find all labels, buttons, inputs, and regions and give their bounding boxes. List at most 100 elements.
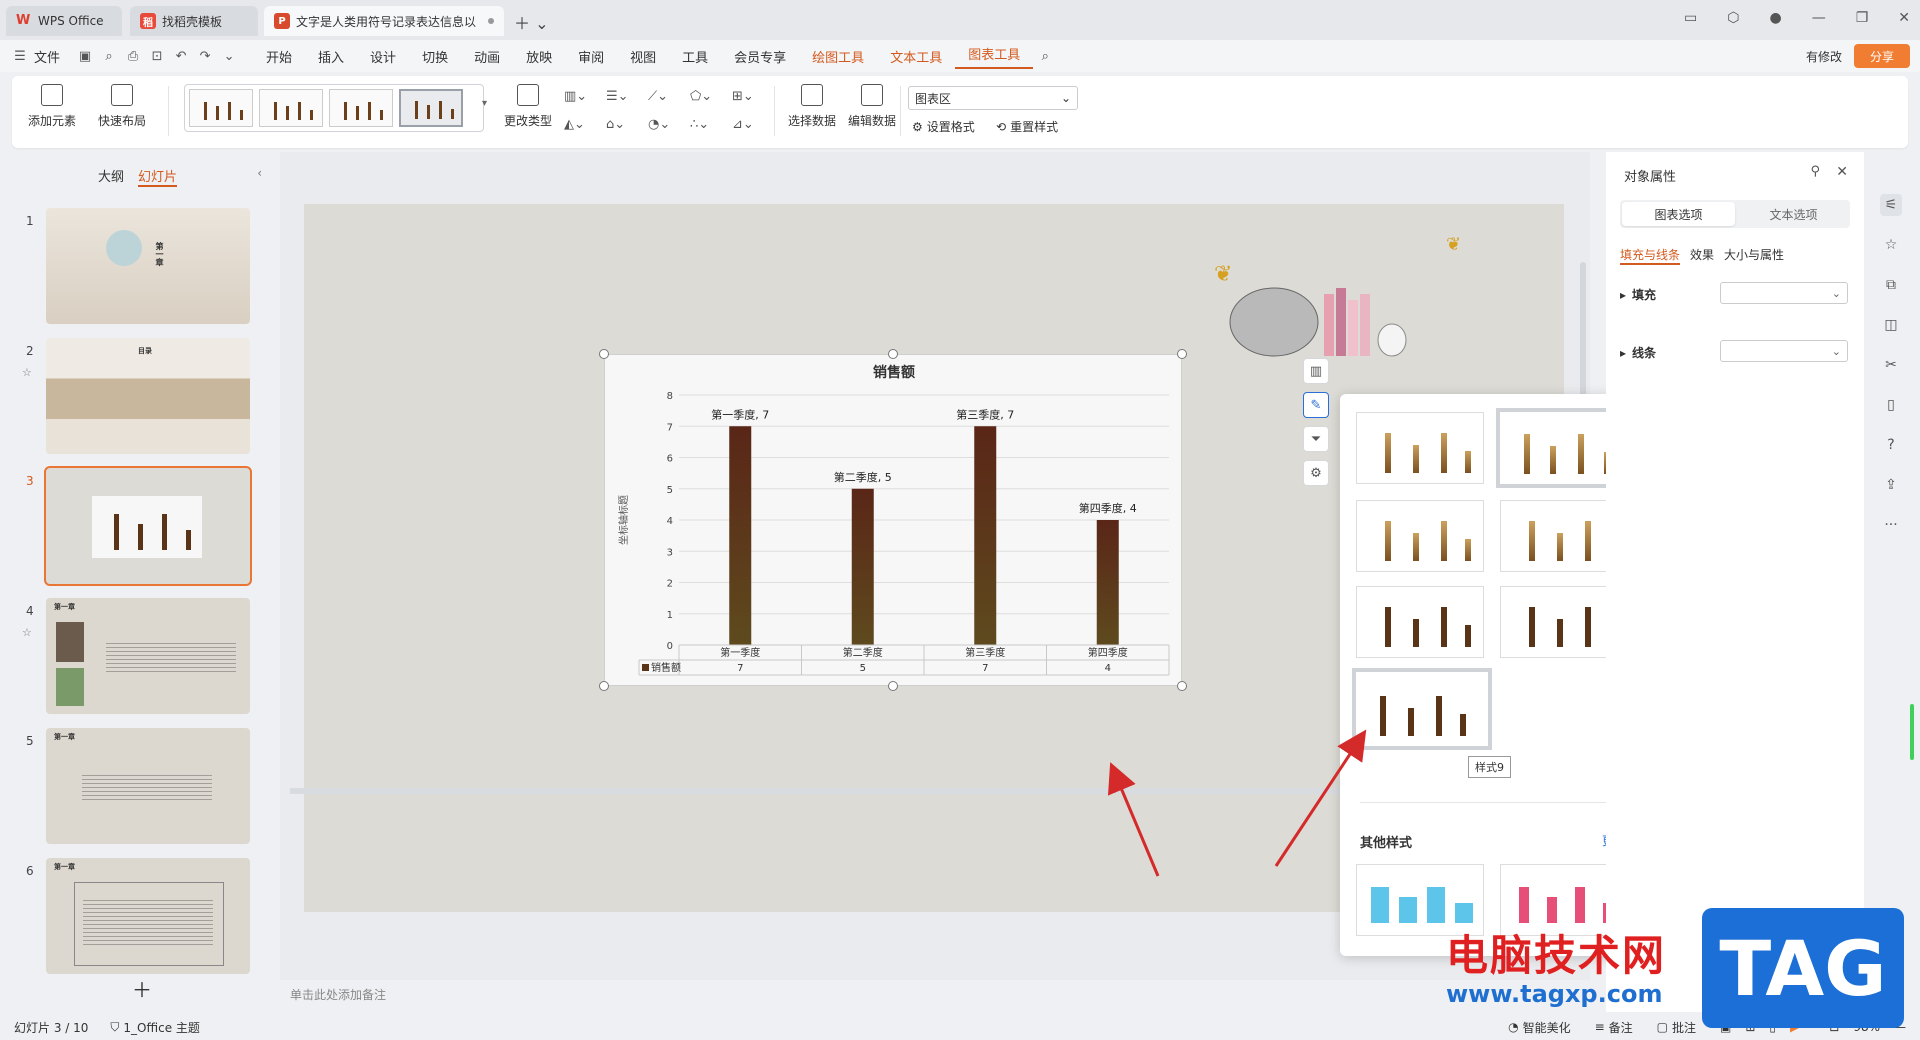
chart-style-thumb-selected[interactable] (399, 89, 463, 127)
combo-chart-icon[interactable]: ⊿⌄ (732, 114, 762, 134)
menu-insert[interactable]: 插入 (305, 47, 357, 66)
star-icon[interactable]: ☆ (1880, 234, 1902, 256)
pie-chart-icon[interactable]: ◔⌄ (648, 114, 678, 134)
avatar[interactable]: ● (1769, 10, 1781, 26)
menu-tools[interactable]: 工具 (669, 47, 721, 66)
save-icon[interactable]: ▣ (77, 48, 93, 64)
column-chart-icon[interactable]: ☰⌄ (606, 86, 636, 106)
share-icon[interactable]: ⇪ (1880, 474, 1902, 496)
more-icon[interactable]: ··· (1880, 514, 1902, 536)
slide-thumbnail-6[interactable]: 第一章 (46, 858, 250, 974)
resize-handle[interactable] (888, 681, 898, 691)
theme-name[interactable]: 1_Office 主题 (123, 1019, 199, 1036)
table-chart-icon[interactable]: ⊞⌄ (732, 86, 762, 106)
tab-outline[interactable]: 大纲 (98, 166, 124, 187)
redo-icon[interactable]: ↷ (197, 48, 213, 64)
chart-settings-icon[interactable]: ⚙ (1303, 460, 1329, 486)
chart-style-option[interactable] (1356, 586, 1484, 658)
chart-style-option[interactable] (1356, 500, 1484, 572)
resize-handle[interactable] (1177, 349, 1187, 359)
line-chart-icon[interactable]: ⟋⌄ (648, 86, 678, 106)
pin-icon[interactable]: ⚲ (1810, 164, 1820, 179)
resize-handle[interactable] (1177, 681, 1187, 691)
beautify-button[interactable]: 智能美化 (1523, 1019, 1571, 1036)
stock-chart-icon[interactable]: ⌂⌄ (606, 114, 636, 134)
collapse-pane-icon[interactable]: ‹ (257, 166, 262, 180)
quick-layout-button[interactable]: 快速布局 (98, 84, 146, 129)
menu-animation[interactable]: 动画 (461, 47, 513, 66)
add-slide-button[interactable]: ＋ (132, 974, 152, 1003)
scatter-chart-icon[interactable]: ∴⌄ (690, 114, 720, 134)
undo-icon[interactable]: ↶ (173, 48, 189, 64)
select-data-button[interactable]: 选择数据 (788, 84, 836, 129)
chart-filter-icon[interactable]: ⏷ (1303, 426, 1329, 452)
tab-template[interactable]: 稻 找稻壳模板 (130, 6, 258, 36)
chart-style-thumb[interactable] (329, 89, 393, 127)
tab-text-options[interactable]: 文本选项 (1737, 200, 1850, 228)
notes-button[interactable]: 备注 (1609, 1019, 1633, 1036)
area-chart-icon[interactable]: ◭⌄ (564, 114, 594, 134)
slide-thumbnail-5[interactable]: 第一章 (46, 728, 250, 844)
resize-handle[interactable] (888, 349, 898, 359)
animation-icon[interactable]: ◫ (1880, 314, 1902, 336)
share-button[interactable]: 分享 (1854, 44, 1910, 68)
subtab-effects[interactable]: 效果 (1690, 246, 1714, 265)
fill-section[interactable]: ▸ 填充 (1620, 286, 1656, 303)
search-icon[interactable]: ⌕ (1037, 48, 1053, 64)
comments-button[interactable]: 批注 (1672, 1019, 1696, 1036)
more-icon[interactable]: ⌄ (221, 48, 237, 64)
radar-chart-icon[interactable]: ⬠⌄ (690, 86, 720, 106)
chart-style-option-9[interactable] (1352, 668, 1492, 750)
menu-transition[interactable]: 切换 (409, 47, 461, 66)
menu-home[interactable]: 开始 (253, 47, 305, 66)
menu-file[interactable]: 文件 (32, 47, 73, 66)
book-icon[interactable]: ▯ (1880, 394, 1902, 416)
chart-style-brush-icon[interactable]: ✎ (1303, 392, 1329, 418)
line-select[interactable]: ⌄ (1720, 340, 1848, 362)
subtab-size-properties[interactable]: 大小与属性 (1724, 246, 1784, 265)
menu-view[interactable]: 视图 (617, 47, 669, 66)
chart-style-thumb[interactable] (259, 89, 323, 127)
chart-elements-icon[interactable]: ▥ (1303, 358, 1329, 384)
line-section[interactable]: ▸ 线条 (1620, 344, 1656, 361)
chart-style-thumb[interactable] (189, 89, 253, 127)
subtab-fill-line[interactable]: 填充与线条 (1620, 246, 1681, 265)
tab-wps-office[interactable]: W WPS Office (6, 6, 122, 36)
panel-title[interactable]: 对象属性 (1624, 166, 1676, 185)
tab-slides[interactable]: 幻灯片 (138, 166, 178, 187)
resize-handle[interactable] (599, 681, 609, 691)
resize-handle[interactable] (599, 349, 609, 359)
cube-icon[interactable]: ⬡ (1727, 10, 1739, 26)
copy-icon[interactable]: ⧉ (1880, 274, 1902, 296)
restore-icon[interactable]: ❐ (1856, 10, 1869, 26)
properties-icon[interactable]: ⚟ (1880, 194, 1902, 216)
help-icon[interactable]: ? (1880, 434, 1902, 456)
menu-review[interactable]: 审阅 (565, 47, 617, 66)
slide-thumbnail-2[interactable]: 目录 (46, 338, 250, 454)
menu-drawing-tools[interactable]: 绘图工具 (799, 47, 877, 66)
add-element-button[interactable]: 添加元素 (28, 84, 76, 129)
modify-status[interactable]: 有修改 (1806, 48, 1842, 65)
close-icon[interactable]: ✕ (1836, 164, 1848, 180)
chart-element-select[interactable]: 图表区 ⌄ (908, 86, 1078, 110)
chart-style-option[interactable] (1356, 412, 1484, 484)
gallery-expand-icon[interactable]: ▾ (482, 98, 487, 109)
menu-slideshow[interactable]: 放映 (513, 47, 565, 66)
menu-design[interactable]: 设计 (357, 47, 409, 66)
bar-chart-icon[interactable]: ▥⌄ (564, 86, 594, 106)
close-icon[interactable]: ✕ (1898, 10, 1910, 26)
find-icon[interactable]: ⌕ (101, 48, 117, 64)
slide-thumbnail-3[interactable] (44, 466, 252, 586)
new-tab-button[interactable]: ＋ ⌄ (514, 10, 549, 34)
fill-select[interactable]: ⌄ (1720, 282, 1848, 304)
slide-thumbnail-4[interactable]: 第一章 (46, 598, 250, 714)
minimize-icon[interactable]: — (1812, 10, 1826, 26)
edit-data-button[interactable]: 编辑数据 (848, 84, 896, 129)
menu-text-tools[interactable]: 文本工具 (877, 47, 955, 66)
set-format-button[interactable]: ⚙ 设置格式 (912, 118, 975, 135)
change-type-button[interactable]: 更改类型 (504, 84, 552, 129)
menu-chart-tools[interactable]: 图表工具 (955, 44, 1034, 69)
chart-frame[interactable]: 销售额 0 1 2 3 4 5 6 7 8 坐标轴标题 第一季度, 7 第二季度, 5 第三季度, 7 第四… (604, 354, 1182, 686)
reset-style-button[interactable]: ⟲ 重置样式 (996, 118, 1058, 135)
layout-icon[interactable]: ▭ (1684, 10, 1697, 26)
